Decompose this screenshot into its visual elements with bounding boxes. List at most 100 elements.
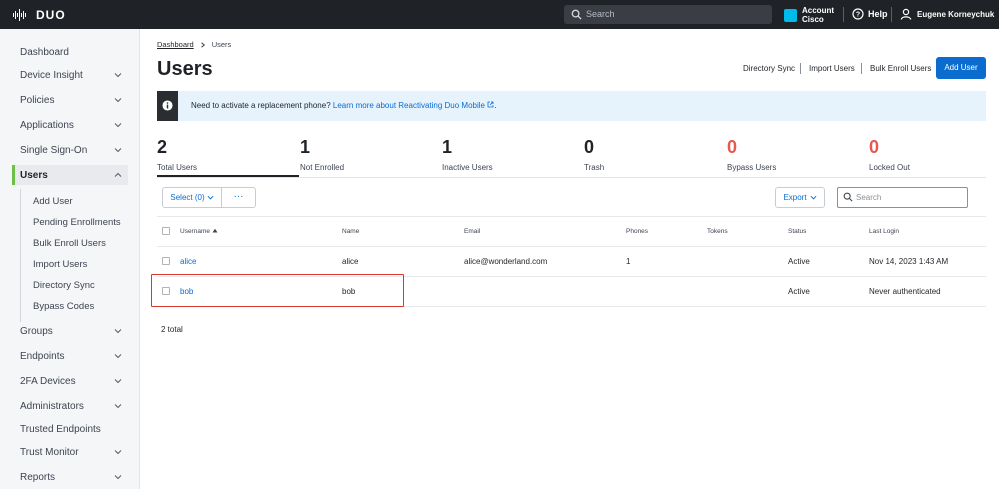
- sidebar-item-dashboard[interactable]: Dashboard: [12, 42, 128, 62]
- table-search-placeholder: Search: [856, 193, 882, 202]
- breadcrumb-current: Users: [211, 40, 232, 49]
- sidebar-item-label: Dashboard: [20, 46, 69, 58]
- sidebar-item-policies[interactable]: Policies: [12, 90, 128, 110]
- stat-not-enrolled[interactable]: 1 Not Enrolled: [300, 137, 344, 172]
- export-button[interactable]: Export: [775, 187, 825, 208]
- sidebar-item-2fa-devices[interactable]: 2FA Devices: [12, 371, 128, 391]
- global-search-input[interactable]: Search: [564, 5, 772, 24]
- chevron-down-icon: [114, 73, 122, 78]
- banner-suffix: .: [494, 101, 497, 110]
- sidebar-item-label: Trust Monitor: [20, 446, 79, 458]
- chevron-down-icon: [114, 379, 122, 384]
- column-header-email[interactable]: Email: [464, 228, 480, 235]
- submenu-pending-enrollments[interactable]: Pending Enrollments: [33, 217, 121, 228]
- account-name: Cisco: [802, 15, 824, 24]
- chevron-down-icon: [810, 195, 817, 200]
- search-icon: [571, 9, 582, 20]
- sidebar-item-device-insight[interactable]: Device Insight: [12, 65, 128, 85]
- banner-message: Need to activate a replacement phone? Le…: [191, 101, 496, 110]
- highlight-annotation: [151, 274, 404, 307]
- topbar-divider: [891, 7, 892, 22]
- export-label: Export: [783, 193, 807, 202]
- sidebar-item-trust-monitor[interactable]: Trust Monitor: [12, 442, 128, 462]
- column-header-username[interactable]: Username: [180, 228, 218, 235]
- table-divider: [157, 216, 986, 217]
- stat-bypass-users[interactable]: 0 Bypass Users: [727, 137, 776, 172]
- info-icon: [162, 100, 173, 111]
- stat-label: Bypass Users: [727, 163, 777, 172]
- row-checkbox[interactable]: [162, 257, 170, 265]
- column-header-last-login[interactable]: Last Login: [869, 228, 899, 235]
- sidebar-item-applications[interactable]: Applications: [12, 115, 128, 135]
- last-login-cell: Never authenticated: [869, 287, 941, 296]
- sidebar-item-label: Trusted Endpoints: [20, 423, 101, 435]
- stat-value: 1: [442, 137, 453, 157]
- directory-sync-link[interactable]: Directory Sync: [743, 64, 795, 73]
- stat-value: 1: [300, 137, 311, 157]
- submenu-bypass-codes[interactable]: Bypass Codes: [33, 301, 94, 312]
- logo[interactable]: DUO: [12, 8, 66, 22]
- bulk-enroll-users-link[interactable]: Bulk Enroll Users: [870, 64, 931, 73]
- stat-label: Trash: [584, 163, 605, 172]
- stat-inactive-users[interactable]: 1 Inactive Users: [442, 137, 493, 172]
- chevron-down-icon: [114, 329, 122, 334]
- sidebar-item-administrators[interactable]: Administrators: [12, 396, 128, 416]
- sidebar-item-users[interactable]: Users: [12, 165, 128, 185]
- column-header-tokens[interactable]: Tokens: [707, 228, 728, 235]
- sidebar-item-trusted-endpoints[interactable]: Trusted Endpoints: [12, 419, 128, 439]
- more-actions-button[interactable]: ···: [221, 187, 256, 208]
- action-divider: [861, 63, 862, 74]
- user-name-cell: alice: [342, 257, 359, 266]
- chevron-down-icon: [114, 148, 122, 153]
- submenu-import-users[interactable]: Import Users: [33, 259, 87, 270]
- chevron-down-icon: [114, 98, 122, 103]
- sidebar-item-label: 2FA Devices: [20, 375, 76, 387]
- sidebar-item-endpoints[interactable]: Endpoints: [12, 346, 128, 366]
- stat-trash[interactable]: 0 Trash: [584, 137, 604, 172]
- add-user-button[interactable]: Add User: [936, 57, 986, 79]
- user-menu[interactable]: Eugene Korneychuk: [900, 8, 994, 20]
- sidebar-item-groups[interactable]: Groups: [12, 321, 128, 341]
- svg-text:?: ?: [856, 12, 860, 19]
- action-divider: [800, 63, 801, 74]
- chevron-down-icon: [114, 450, 122, 455]
- user-icon: [900, 8, 912, 20]
- chevron-down-icon: [114, 354, 122, 359]
- sidebar-item-reports[interactable]: Reports: [12, 467, 128, 487]
- chevron-down-icon: [114, 123, 122, 128]
- reactivating-duo-mobile-link[interactable]: Learn more about Reactivating Duo Mobile: [333, 101, 494, 110]
- active-stat-indicator: [157, 175, 299, 177]
- submenu-add-user[interactable]: Add User: [33, 196, 73, 207]
- import-users-link[interactable]: Import Users: [809, 64, 855, 73]
- account-switcher[interactable]: Account Cisco: [784, 6, 834, 24]
- select-all-checkbox[interactable]: [162, 227, 170, 235]
- table-search-input[interactable]: Search: [837, 187, 968, 208]
- stat-locked-out[interactable]: 0 Locked Out: [869, 137, 910, 172]
- username-link[interactable]: alice: [180, 257, 196, 266]
- sidebar-item-single-sign-on[interactable]: Single Sign-On: [12, 140, 128, 160]
- banner-text: Need to activate a replacement phone?: [191, 101, 331, 110]
- stat-value: 0: [727, 137, 738, 157]
- column-header-status[interactable]: Status: [788, 228, 806, 235]
- page-title: Users: [157, 58, 213, 80]
- submenu-directory-sync[interactable]: Directory Sync: [33, 280, 95, 291]
- column-header-phones[interactable]: Phones: [626, 228, 648, 235]
- stat-label: Inactive Users: [442, 163, 493, 172]
- select-dropdown-button[interactable]: Select (0): [162, 187, 222, 208]
- sidebar-item-label: Single Sign-On: [20, 144, 88, 156]
- help-button[interactable]: ? Help: [852, 8, 888, 20]
- top-bar: DUO Search Account Cisco ? Help Eugene K…: [0, 0, 999, 29]
- stat-value: 0: [869, 137, 880, 157]
- select-label: Select (0): [170, 193, 205, 202]
- breadcrumb-dashboard-link[interactable]: Dashboard: [157, 40, 194, 49]
- column-header-name[interactable]: Name: [342, 228, 359, 235]
- stat-total-users[interactable]: 2 Total Users: [157, 137, 197, 172]
- sidebar-item-label: Policies: [20, 94, 55, 106]
- chevron-up-icon: [114, 172, 122, 177]
- submenu-bulk-enroll-users[interactable]: Bulk Enroll Users: [33, 238, 106, 249]
- sidebar-item-label: Device Insight: [20, 69, 83, 81]
- chevron-right-icon: [200, 41, 205, 48]
- phones-cell: 1: [626, 257, 631, 266]
- banner-link-text: Learn more about Reactivating Duo Mobile: [332, 101, 485, 110]
- breadcrumb: Dashboard Users: [157, 40, 231, 49]
